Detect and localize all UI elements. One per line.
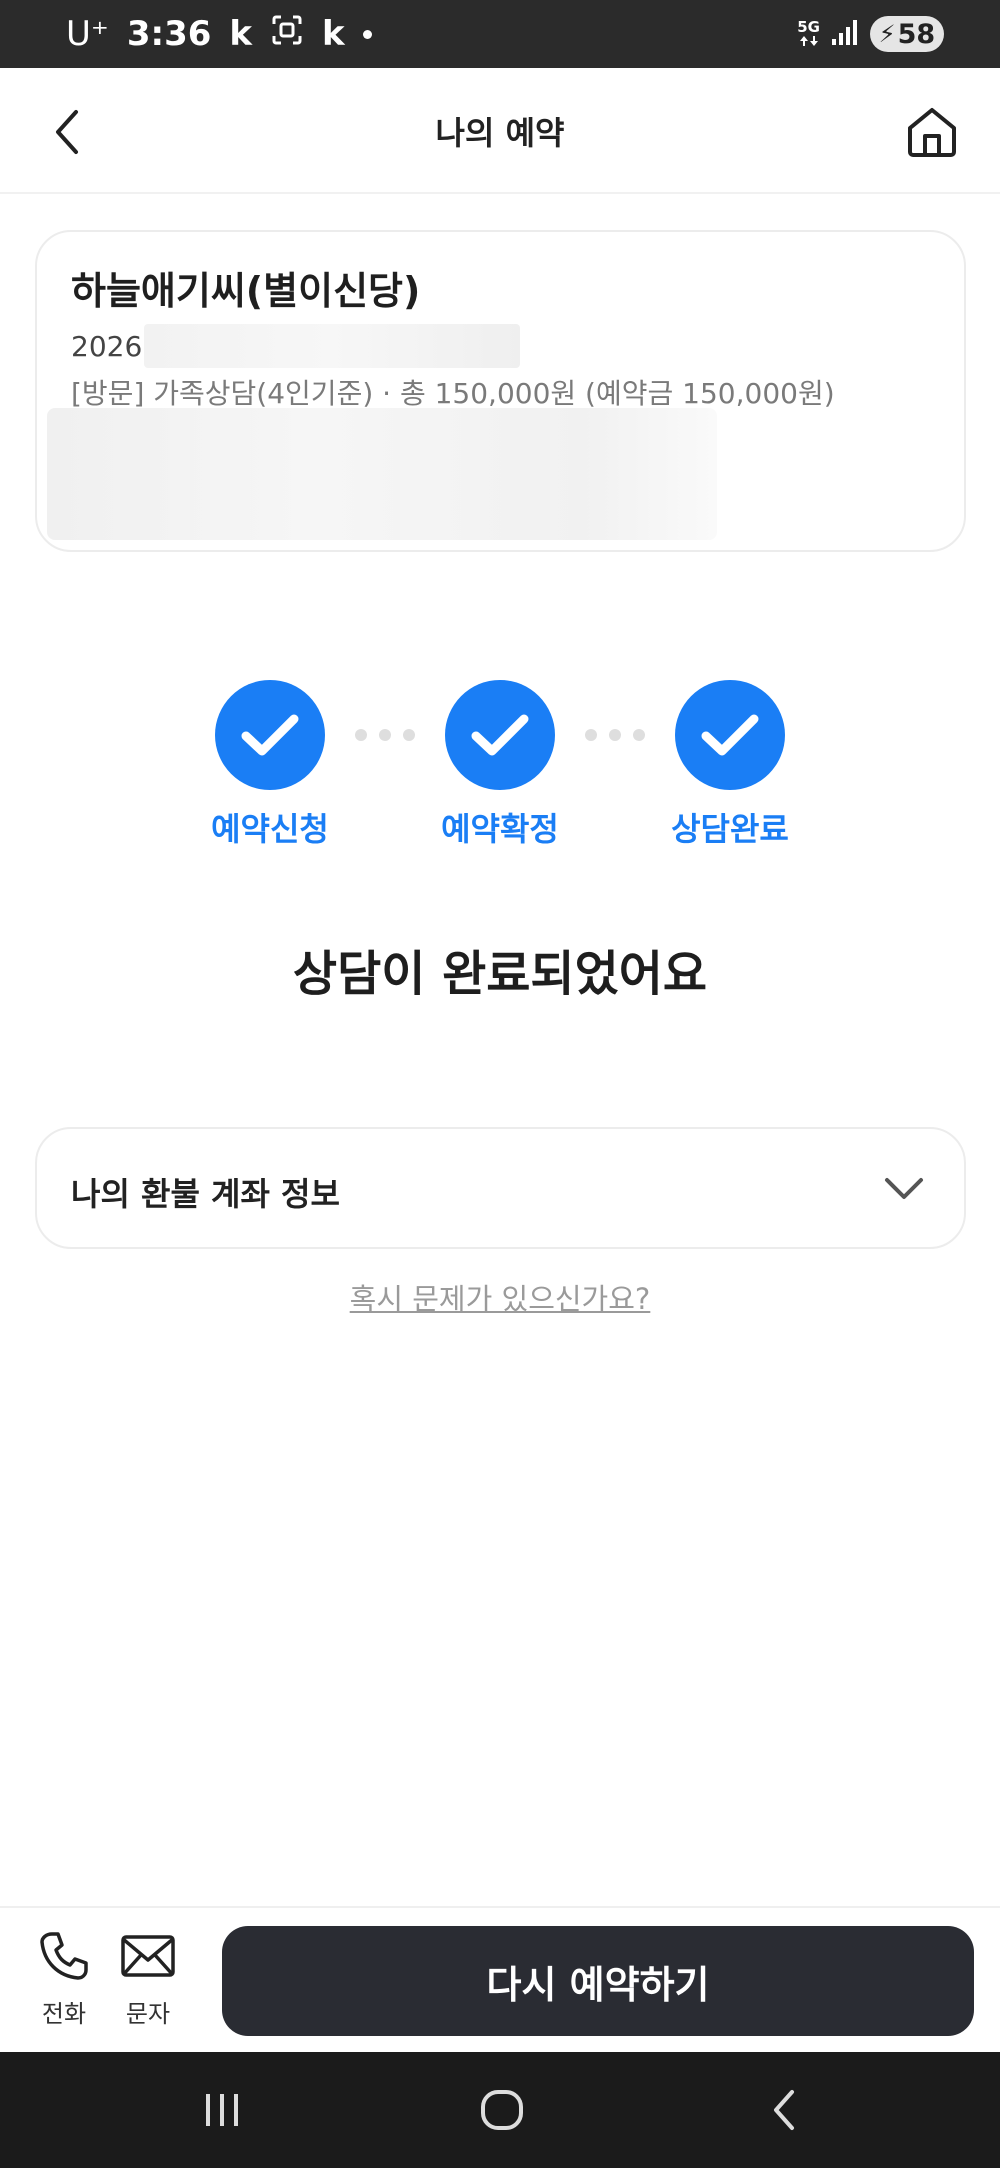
chevron-down-icon: [882, 1169, 926, 1209]
step-check-icon-1: [215, 680, 325, 790]
reservation-date-text: 2026: [71, 329, 143, 363]
reservation-detail: [방문] 가족상담(4인기준) · 총 150,000원 (예약금 150,00…: [71, 377, 835, 410]
battery-level: 58: [897, 18, 936, 50]
mail-icon: [120, 1928, 176, 1984]
status-left: U⁺ 3:36 k k: [66, 0, 372, 68]
call-label: 전화: [41, 2000, 87, 2028]
message-button[interactable]: 문자: [110, 1928, 186, 2038]
step-connector-2: [585, 728, 645, 742]
phone-icon: [36, 1928, 92, 1984]
redacted-info-area: [47, 408, 717, 540]
refund-account-accordion[interactable]: 나의 환불 계좌 정보: [35, 1127, 966, 1249]
home-circle-icon: [481, 2090, 523, 2130]
step-check-icon-2: [445, 680, 555, 790]
notification-k-icon-2: k: [322, 14, 345, 54]
carrier-label: U⁺: [66, 14, 109, 54]
notification-k-icon: k: [229, 14, 253, 54]
back-nav-button[interactable]: [752, 2080, 816, 2140]
screenshot-icon: [270, 13, 304, 56]
recent-apps-icon: [206, 2094, 238, 2126]
call-button[interactable]: 전화: [26, 1928, 102, 2038]
back-nav-icon: [774, 2090, 794, 2130]
signal-icon: [830, 17, 860, 51]
progress-steps: 예약신청 예약확정 상담완료: [0, 680, 1000, 860]
message-label: 문자: [125, 2000, 171, 2028]
step-label-3: 상담완료: [671, 810, 789, 848]
status-time: 3:36: [126, 14, 212, 54]
rebook-button[interactable]: 다시 예약하기: [222, 1926, 974, 2036]
home-icon: [908, 108, 956, 157]
step-label-1: 예약신청: [211, 810, 329, 848]
recent-apps-button[interactable]: [190, 2080, 254, 2140]
page-title: 나의 예약: [435, 114, 565, 152]
status-message: 상담이 완료되었어요: [292, 946, 708, 1002]
step-label-2: 예약확정: [441, 810, 559, 848]
battery-indicator: ⚡ 58: [870, 16, 944, 52]
reservation-date: 2026: [71, 324, 521, 368]
shop-name: 하늘애기씨(별이신당): [71, 269, 421, 313]
redacted-date-area: [144, 324, 521, 368]
reservation-card: 하늘애기씨(별이신당) 2026 [방문] 가족상담(4인기준) · 총 150…: [35, 230, 966, 552]
network-5g-icon: 5G: [797, 20, 820, 48]
problem-help-link[interactable]: 혹시 문제가 있으신가요?: [0, 1276, 1000, 1318]
step-check-icon-3: [675, 680, 785, 790]
network-label: 5G: [797, 18, 820, 36]
home-button[interactable]: [900, 100, 964, 164]
status-bar: U⁺ 3:36 k k 5G ⚡ 58: [0, 0, 1000, 68]
system-nav-bar: [0, 2052, 1000, 2168]
step-connector-1: [355, 728, 415, 742]
status-right: 5G ⚡ 58: [797, 0, 944, 68]
notification-dot-icon: [362, 29, 372, 39]
app-header: 나의 예약: [0, 68, 1000, 194]
bottom-action-bar: 전화 문자 다시 예약하기: [0, 1906, 1000, 2052]
home-nav-button[interactable]: [470, 2080, 534, 2140]
charging-bolt-icon: ⚡: [878, 20, 896, 48]
refund-account-title: 나의 환불 계좌 정보: [71, 1175, 340, 1213]
